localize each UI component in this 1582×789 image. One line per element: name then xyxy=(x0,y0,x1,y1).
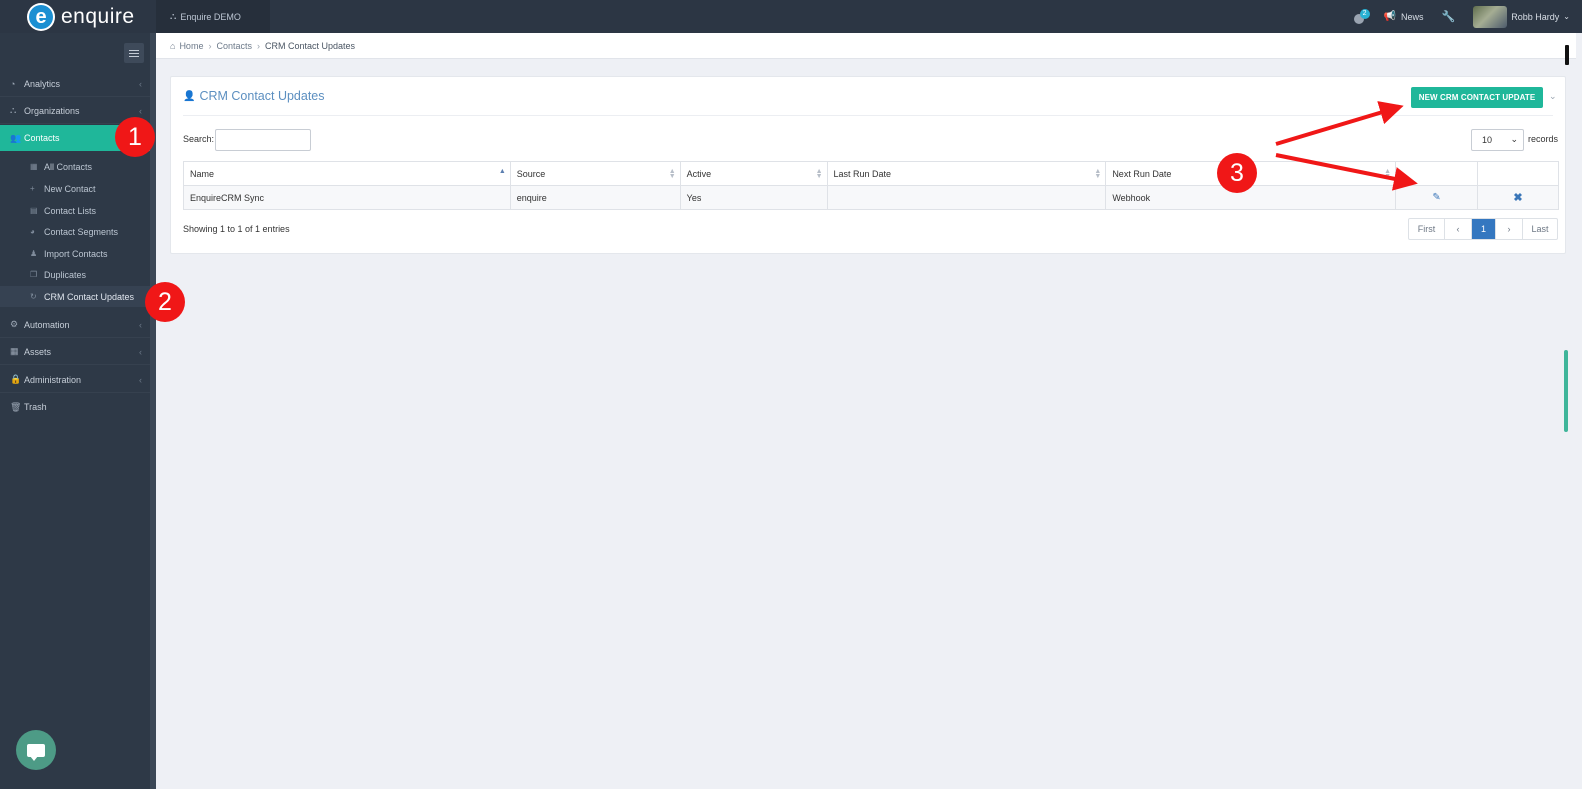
annotation-arrow-to-edit xyxy=(1275,153,1418,191)
annotation-marker-3: 3 xyxy=(1217,153,1257,193)
annotation-arrow-to-new-button xyxy=(1275,101,1404,146)
annotation-arrows xyxy=(1275,101,1418,191)
annotation-marker-2: 2 xyxy=(145,282,185,322)
annotation-marker-1: 1 xyxy=(115,117,155,157)
